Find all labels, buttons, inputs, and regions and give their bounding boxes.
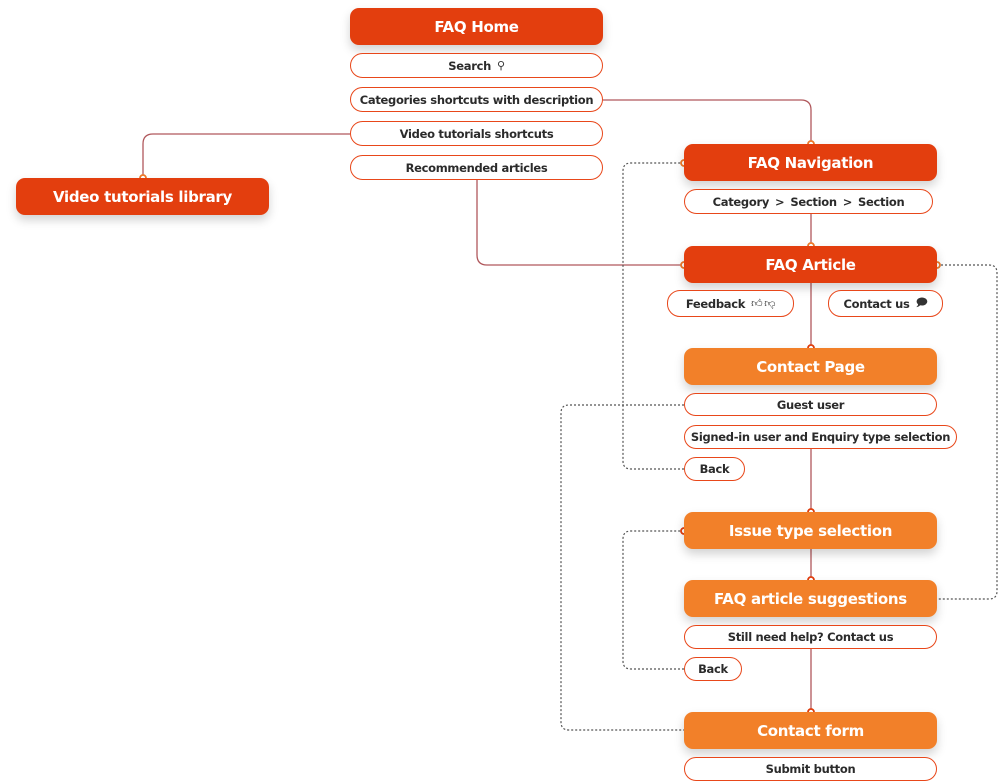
faq-article-node: FAQ Article (684, 246, 937, 283)
issue-type-node: Issue type selection (684, 512, 937, 549)
breadcrumb: Category > Section > Section (684, 189, 933, 214)
contact-us-label: Contact us (843, 296, 910, 311)
signed-in-user-item: Signed-in user and Enquiry type selectio… (684, 425, 957, 449)
search-label: Search (448, 58, 491, 73)
video-shortcuts-item: Video tutorials shortcuts (350, 121, 603, 146)
faq-suggestions-node: FAQ article suggestions (684, 580, 937, 617)
back-item: Back (684, 657, 742, 681)
breadcrumb-section: Section (858, 194, 905, 209)
dotted-back-to-issue (622, 530, 684, 670)
connectors (139, 99, 998, 731)
connector-video-to-library (142, 133, 350, 178)
breadcrumb-category: Category (712, 194, 770, 209)
contact-us-item: Contact us 🗩︎ (828, 290, 943, 317)
thumbs-up-icon: 👍︎ (751, 297, 763, 310)
submit-button-item: Submit button (684, 757, 937, 781)
thumbs-down-icon: 👎︎ (764, 297, 776, 310)
breadcrumb-separator: > (775, 194, 785, 209)
video-library-node: Video tutorials library (16, 178, 269, 215)
search-item: Search ⚲ (350, 53, 603, 78)
connector-categories-to-navigation (603, 99, 812, 144)
categories-item: Categories shortcuts with description (350, 87, 603, 112)
breadcrumb-separator: > (842, 194, 853, 209)
guest-user-item: Guest user (684, 393, 937, 416)
still-need-help-item: Still need help? Contact us (684, 625, 937, 649)
search-icon: ⚲ (496, 59, 505, 72)
chat-icon: 🗩︎ (915, 296, 928, 309)
recommended-articles-item: Recommended articles (350, 155, 603, 180)
connector-recommended-to-article (476, 180, 684, 266)
feedback-item: Feedback 👍︎ 👎︎ (667, 290, 794, 317)
faq-navigation-node: FAQ Navigation (684, 144, 937, 181)
contact-page-node: Contact Page (684, 348, 937, 385)
breadcrumb-section: Section (790, 194, 837, 209)
feedback-label: Feedback (685, 296, 746, 311)
contact-form-node: Contact form (684, 712, 937, 749)
back-item: Back (684, 457, 745, 481)
faq-home-node: FAQ Home (350, 8, 603, 45)
